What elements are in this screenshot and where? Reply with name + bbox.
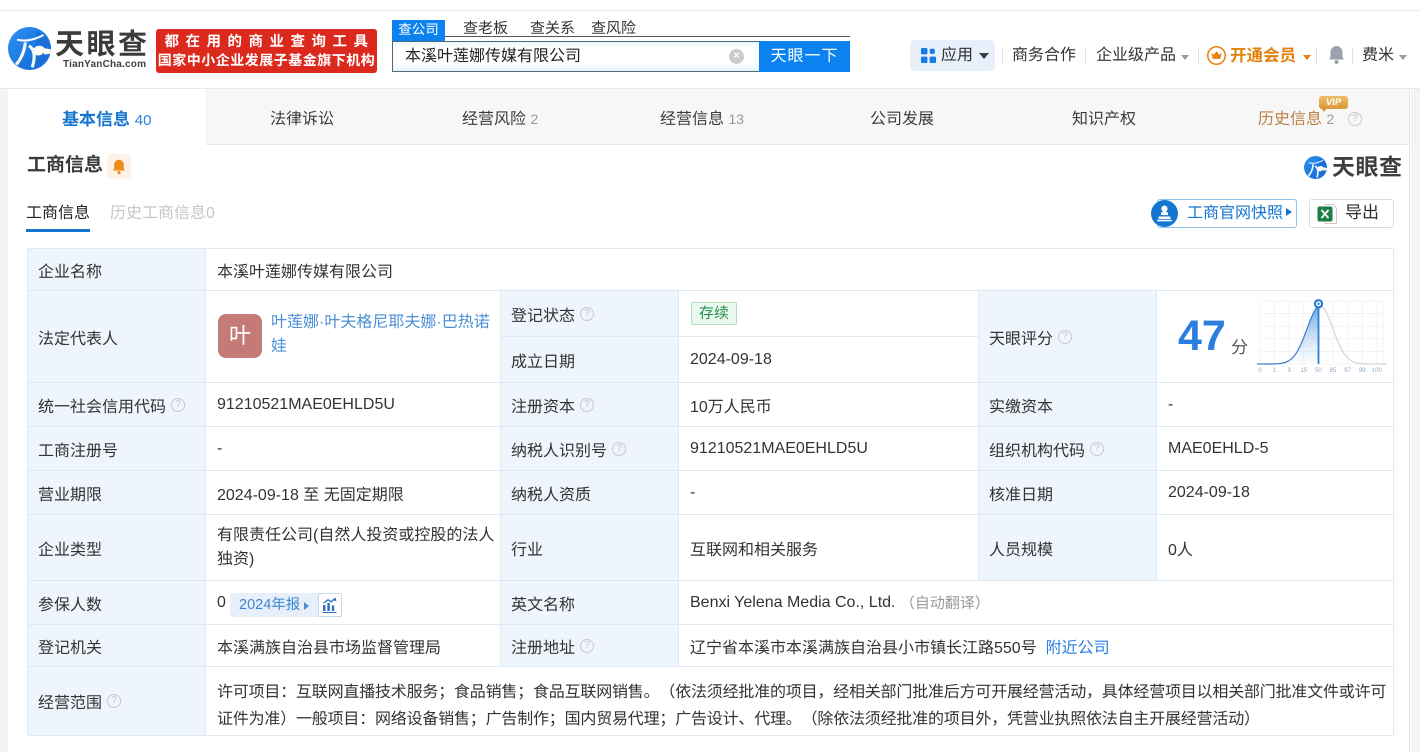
svg-text:1: 1: [1273, 368, 1277, 374]
svg-text:85: 85: [1330, 368, 1337, 374]
svg-text:97: 97: [1344, 368, 1351, 374]
svg-text:15: 15: [1300, 368, 1307, 374]
svg-text:0: 0: [1258, 368, 1262, 374]
svg-text:3: 3: [1288, 368, 1292, 374]
svg-text:50: 50: [1315, 368, 1322, 374]
svg-text:100: 100: [1372, 368, 1383, 374]
svg-text:99: 99: [1359, 368, 1366, 374]
